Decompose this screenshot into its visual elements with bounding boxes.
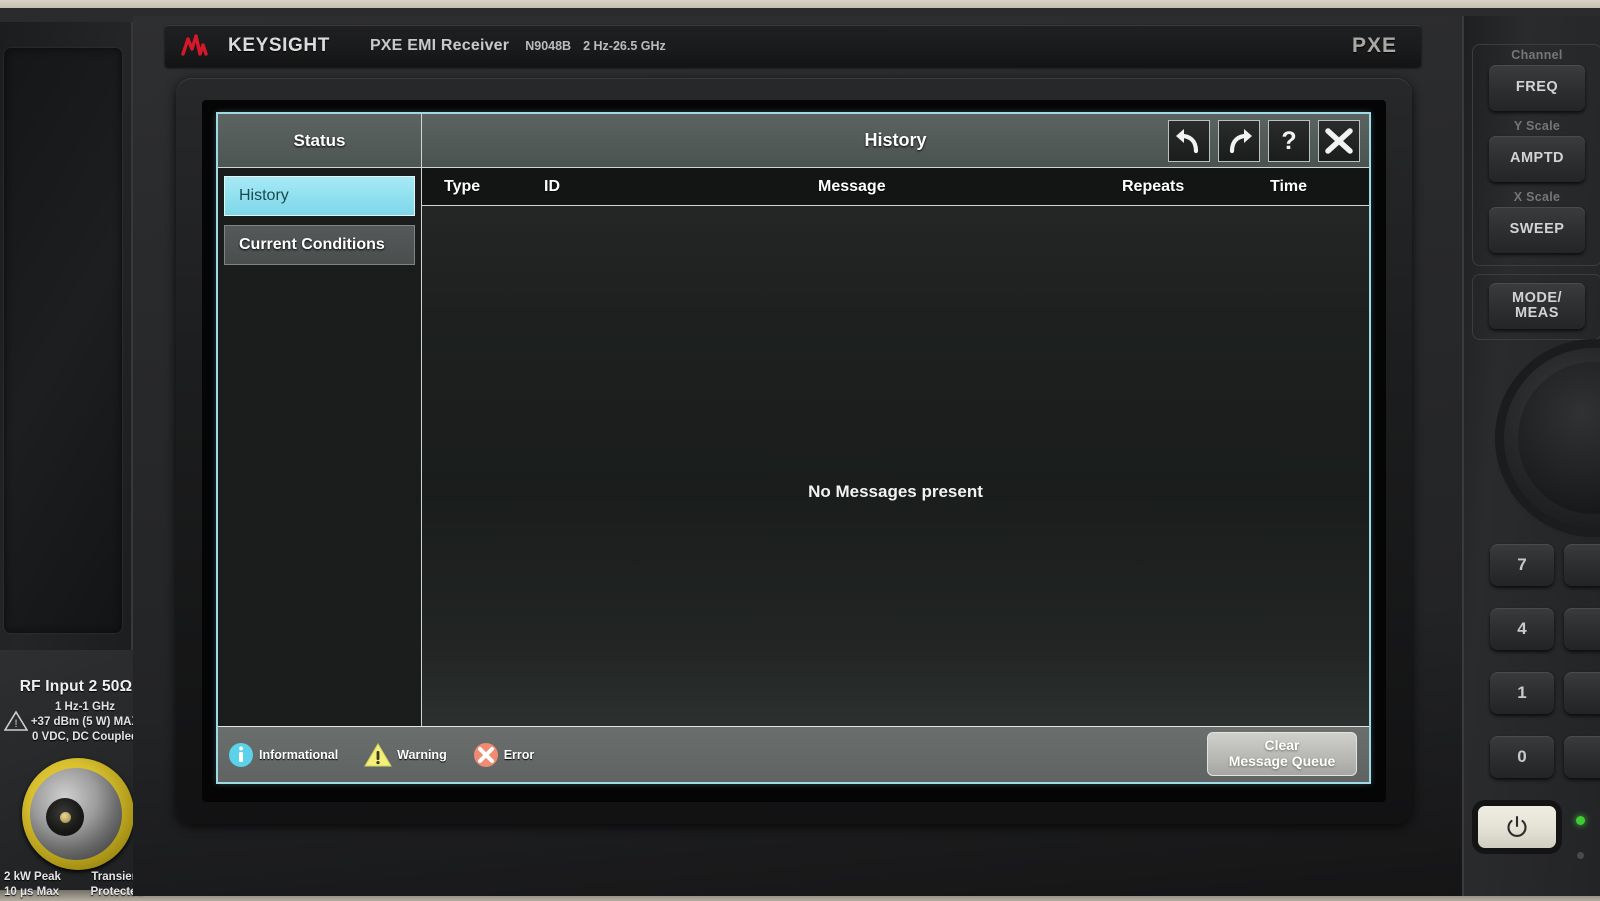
rf-spec-line-2: +37 dBm (5 W) MAX (30, 716, 140, 729)
scale-key-group: Channel FREQ Y Scale AMPTD X Scale SWEEP (1472, 44, 1600, 266)
legend-informational-label: Informational (259, 747, 339, 762)
mode-meas-group: MODE/ MEAS (1472, 274, 1600, 340)
standby-led (1577, 852, 1584, 859)
clear-button-line-1: Clear (1264, 737, 1300, 754)
dialog-titlebar: History ? (422, 114, 1369, 167)
undo-arrow-icon (1176, 128, 1199, 153)
sidebar-item-current-conditions[interactable]: Current Conditions (224, 225, 415, 265)
key-8[interactable] (1564, 544, 1600, 586)
brand-bar: KEYSIGHT PXE EMI Receiver N9048B 2 Hz-26… (165, 25, 1421, 67)
dialog-body: History Current Conditions Type ID Messa… (218, 168, 1369, 726)
product-name: PXE EMI Receiver (369, 37, 510, 54)
left-side-module: RF Input 2 50Ω ! 1 Hz-1 GHz +37 dBm (5 W… (0, 22, 148, 898)
question-mark-icon: ? (1281, 127, 1296, 155)
table-header-row: Type ID Message Repeats Time (422, 168, 1369, 206)
front-panel: KEYSIGHT PXE EMI Receiver N9048B 2 Hz-26… (133, 16, 1462, 896)
dialog-action-buttons: ? (1168, 119, 1360, 162)
rf-connector-pin (60, 812, 71, 823)
channel-caption: Channel (1511, 48, 1563, 62)
rf-input-panel: RF Input 2 50Ω ! 1 Hz-1 GHz +37 dBm (5 W… (0, 650, 148, 898)
dialog-header: Status History ? (218, 114, 1369, 168)
model-number: N9048B (525, 39, 572, 53)
sidebar-item-history[interactable]: History (224, 176, 415, 216)
y-scale-caption: Y Scale (1513, 119, 1561, 133)
freq-key[interactable]: FREQ (1489, 65, 1585, 111)
display-screen: Status History ? History Current Conditi… (202, 100, 1386, 802)
monitor-bezel: Status History ? History Current Conditi… (176, 78, 1412, 824)
redo-button[interactable] (1218, 119, 1260, 162)
column-header-type: Type (444, 177, 481, 195)
key-5[interactable] (1564, 608, 1600, 650)
status-sidebar: History Current Conditions (218, 168, 422, 726)
power-button[interactable] (1478, 806, 1556, 848)
pxe-badge: PXE (1351, 34, 1397, 57)
rf-peak-line-2: 10 μs Max (4, 885, 59, 898)
sidebar-header: Status (218, 114, 422, 167)
svg-text:?: ? (1281, 127, 1296, 155)
amptd-key[interactable]: AMPTD (1489, 136, 1585, 182)
status-dialog: Status History ? History Current Conditi… (216, 112, 1371, 784)
sidebar-item-current-conditions-label: Current Conditions (239, 236, 385, 253)
column-header-time: Time (1270, 177, 1308, 195)
mode-meas-key[interactable]: MODE/ MEAS (1489, 283, 1585, 329)
power-led (1576, 816, 1585, 825)
column-header-id: ID (544, 177, 560, 195)
mode-meas-line-2: MEAS (1515, 305, 1559, 321)
right-key-panel: Channel FREQ Y Scale AMPTD X Scale SWEEP… (1462, 16, 1600, 896)
history-content: Type ID Message Repeats Time No Messages… (422, 168, 1369, 726)
empty-state-message: No Messages present (808, 482, 983, 501)
x-scale-caption: X Scale (1513, 190, 1561, 204)
rf-peak-line-1: 2 kW Peak (4, 871, 61, 883)
rf-peak-rating: 2 kW Peak 10 μs Max (4, 870, 82, 899)
info-circle-icon (229, 742, 253, 767)
power-icon (1507, 815, 1527, 838)
sweep-key[interactable]: SWEEP (1489, 207, 1585, 253)
key-decimal[interactable] (1564, 736, 1600, 778)
mode-meas-line-1: MODE/ (1511, 289, 1563, 306)
key-7[interactable]: 7 (1490, 544, 1554, 586)
frequency-range: 2 Hz-26.5 GHz (583, 39, 666, 53)
rotary-knob[interactable] (1504, 348, 1600, 528)
keysight-logo-icon (181, 34, 208, 56)
rf-spec-line-3: 0 VDC, DC Coupled (31, 731, 139, 744)
clear-button-line-2: Message Queue (1228, 753, 1336, 769)
key-0[interactable]: 0 (1490, 736, 1554, 778)
svg-text:!: ! (14, 718, 17, 730)
instrument-chassis: RF Input 2 50Ω ! 1 Hz-1 GHz +37 dBm (5 W… (0, 8, 1600, 898)
clear-message-queue-button[interactable]: Clear Message Queue (1207, 732, 1357, 776)
legend-informational: Informational (228, 742, 338, 768)
legend-warning-label: Warning (397, 747, 447, 762)
sidebar-item-history-label: History (239, 187, 289, 204)
rf-input-specs: 1 Hz-1 GHz +37 dBm (5 W) MAX 0 VDC, DC C… (24, 700, 146, 746)
help-button[interactable]: ? (1268, 119, 1310, 162)
message-table-body[interactable]: No Messages present (422, 206, 1369, 726)
legend-error: Error (473, 742, 535, 768)
redo-arrow-icon (1229, 128, 1252, 153)
column-header-repeats: Repeats (1122, 177, 1185, 195)
sidebar-header-label: Status (293, 130, 346, 150)
brand-name: KEYSIGHT (228, 35, 330, 56)
close-x-icon (1325, 127, 1353, 154)
legend-error-label: Error (503, 747, 535, 762)
column-header-message: Message (818, 177, 886, 195)
undo-button[interactable] (1168, 119, 1210, 162)
warning-triangle-icon (364, 742, 393, 766)
rf-input-title: RF Input 2 50Ω (19, 678, 133, 695)
close-button[interactable] (1318, 119, 1360, 162)
error-circle-icon (473, 742, 498, 767)
rf-spec-line-1: 1 Hz-1 GHz (54, 701, 116, 713)
key-4[interactable]: 4 (1490, 608, 1554, 650)
dialog-footer: Informational Warning Error Clear Messag… (218, 726, 1369, 782)
key-1[interactable]: 1 (1490, 672, 1554, 714)
legend-warning: Warning (364, 742, 447, 768)
key-2[interactable] (1564, 672, 1600, 714)
left-blank-panel (4, 48, 122, 633)
screenshot-root: RF Input 2 50Ω ! 1 Hz-1 GHz +37 dBm (5 W… (0, 0, 1600, 901)
